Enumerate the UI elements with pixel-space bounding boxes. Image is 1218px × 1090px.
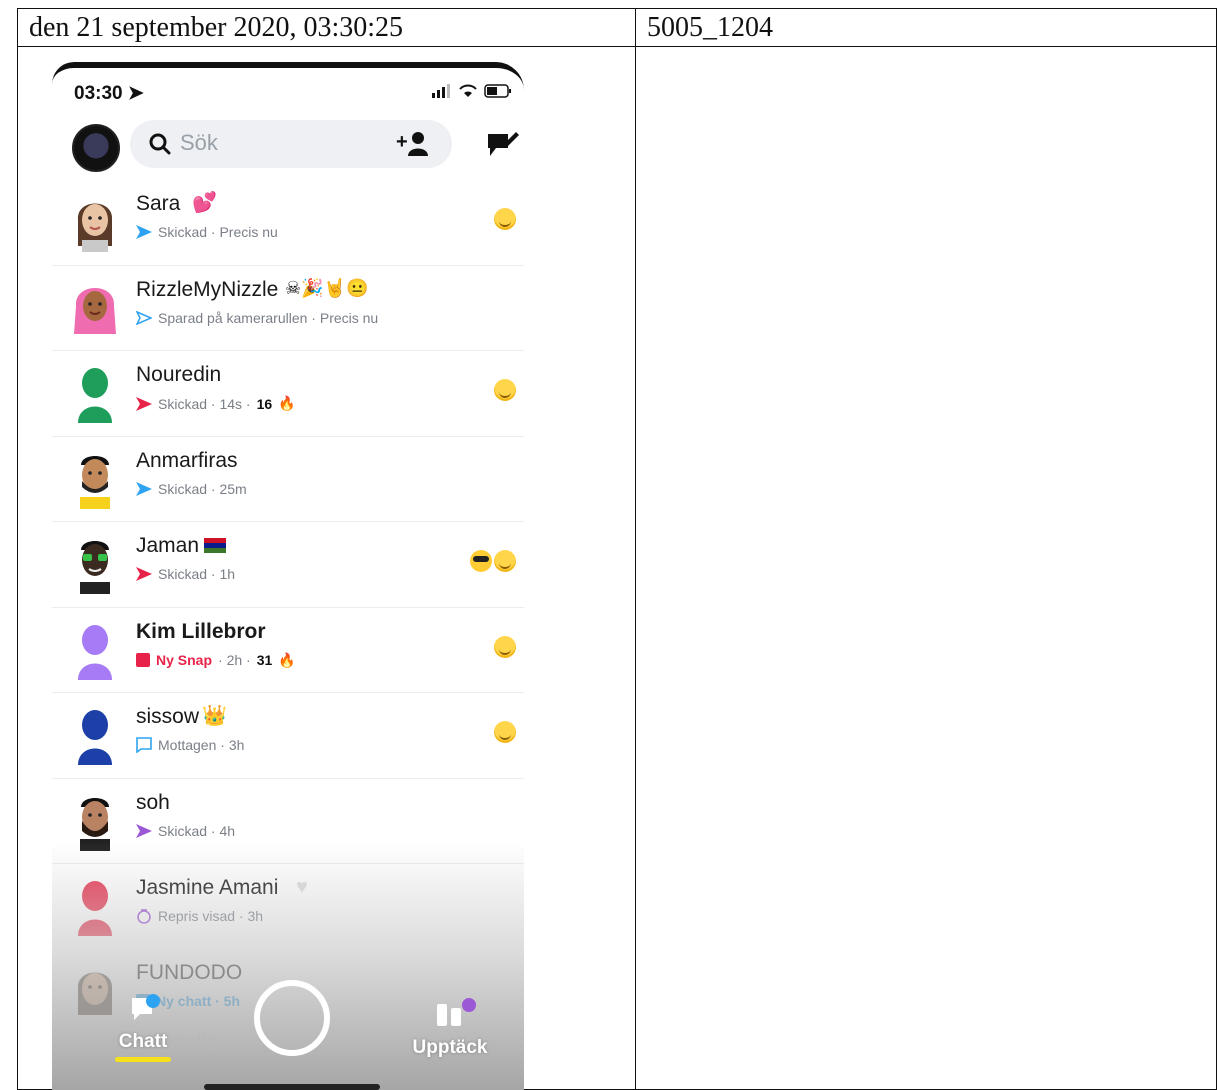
profile-avatar[interactable] [72,124,120,172]
status-bar: 03:30 ➤ [74,82,512,106]
replay-icon [137,909,151,924]
white-heart-emoji: ♥ [296,876,308,898]
add-friend-icon[interactable]: + [396,130,430,156]
unread-dot [146,994,160,1008]
sunglasses-emoji-icon [470,550,492,572]
chat-name: RizzleMyNizzle [136,277,279,301]
tab-chat[interactable]: Chatt [108,994,178,1062]
chat-row[interactable]: Anmarfiras Skickad · 25m [52,437,524,522]
streak-count: 16 [256,395,273,412]
home-indicator [204,1084,380,1090]
crown-emoji: 👑 [202,705,227,727]
chat-row[interactable]: Jaman Skickad · 1h [52,522,524,608]
chat-name: Jaman [136,534,200,557]
active-tab-indicator [115,1057,171,1062]
gambia-flag-icon [204,538,226,553]
smile-emoji-icon [494,208,516,230]
smile-emoji-icon [494,721,516,743]
empty-cell [635,46,1217,1090]
chat-name: Jasmine Amani [136,876,279,899]
avatar [80,797,110,851]
smile-emoji-icon [494,550,516,572]
chat-status: Skickad · 4h [136,823,235,839]
sent-arrow-icon [136,567,152,581]
chat-name: Anmarfiras [136,448,238,472]
tab-discover[interactable]: Upptäck [402,998,498,1059]
status-icons [432,84,512,98]
name-emojis: ☠🎉🤘😐 [285,277,369,298]
camera-capture-button[interactable] [254,980,330,1056]
avatar [80,541,110,594]
battery-icon [484,84,511,98]
friend-emoji [494,208,516,230]
new-chat-icon[interactable] [486,130,520,160]
search-placeholder: Sök [180,130,218,155]
chat-row[interactable]: Kim Lillebror Ny Snap · 2h · 31 🔥 [52,608,524,693]
chat-row[interactable]: sissow 👑 Mottagen · 3h [52,693,524,779]
fire-emoji: 🔥 [278,395,296,411]
chat-name: soh [136,790,170,814]
avatar [78,881,112,936]
search-bar[interactable]: Sök + [130,120,452,168]
sent-arrow-icon [136,823,152,838]
smile-emoji-icon [494,635,516,658]
chat-name: Sara [136,192,181,215]
friend-emoji [494,721,516,743]
discover-badge-dot [462,998,476,1012]
friend-emoji [494,379,516,401]
chat-status: Ny Snap · 2h · 31 🔥 [136,652,296,669]
friend-emoji [494,635,516,658]
chat-list: Sara 💕 Skickad · Precis nu RizzleMyNizzl… [52,180,524,1033]
chat-name: Kim Lillebror [136,619,266,643]
top-bar: Sök + [72,120,520,172]
wifi-icon [459,84,477,97]
chat-status: Repris visad · 3h [136,908,263,924]
avatar [78,624,112,680]
chat-status: Mottagen · 3h [136,737,244,753]
friend-emoji [470,550,516,572]
avatar [78,368,112,423]
search-icon [149,133,171,155]
hearts-emoji: 💕 [192,192,217,214]
chat-row[interactable]: Jasmine Amani ♥ Repris visad · 3h [52,864,524,949]
id-cell: 5005_1204 [635,8,1217,47]
bottom-nav: niella Chatt Upptäck [52,972,524,1090]
chat-status: Skickad · 1h [136,566,235,582]
phone-screenshot: 03:30 ➤ Sök + Sara 💕 Skickad · Precis nu… [52,62,524,1090]
chat-status: Skickad · 25m [136,481,247,497]
avatar [77,203,113,252]
chat-status: Skickad · Precis nu [136,224,278,240]
sent-arrow-icon [136,225,152,239]
signal-icon [432,84,450,98]
new-snap-icon [136,653,150,667]
tab-chat-label: Chatt [118,1031,168,1052]
sent-arrow-icon [136,481,152,496]
avatar [74,287,116,334]
smile-emoji-icon [494,379,516,401]
received-chat-icon [136,737,152,753]
chat-row[interactable]: soh Skickad · 4h [52,779,524,864]
avatar [78,710,112,765]
svg-text:+: + [396,131,408,153]
chat-name: sissow [136,705,200,728]
sent-arrow-icon [136,396,152,411]
chat-row[interactable]: Sara 💕 Skickad · Precis nu [52,180,524,266]
chat-row[interactable]: Nouredin Skickad · 14s · 16 🔥 [52,351,524,437]
streak-count: 31 [256,652,273,668]
status-time: 03:30 ➤ [74,83,144,104]
timestamp-cell: den 21 september 2020, 03:30:25 [17,8,636,47]
fire-emoji: 🔥 [278,651,296,668]
saved-arrow-icon [136,310,152,325]
tab-discover-label: Upptäck [412,1037,488,1058]
chat-status: Sparad på kamerarullen · Precis nu [136,310,378,326]
chat-status: Skickad · 14s · 16 🔥 [136,395,296,412]
avatar [80,455,110,509]
chat-name: Nouredin [136,363,222,386]
chat-row[interactable]: RizzleMyNizzle ☠🎉🤘😐 Sparad på kamerarull… [52,266,524,351]
